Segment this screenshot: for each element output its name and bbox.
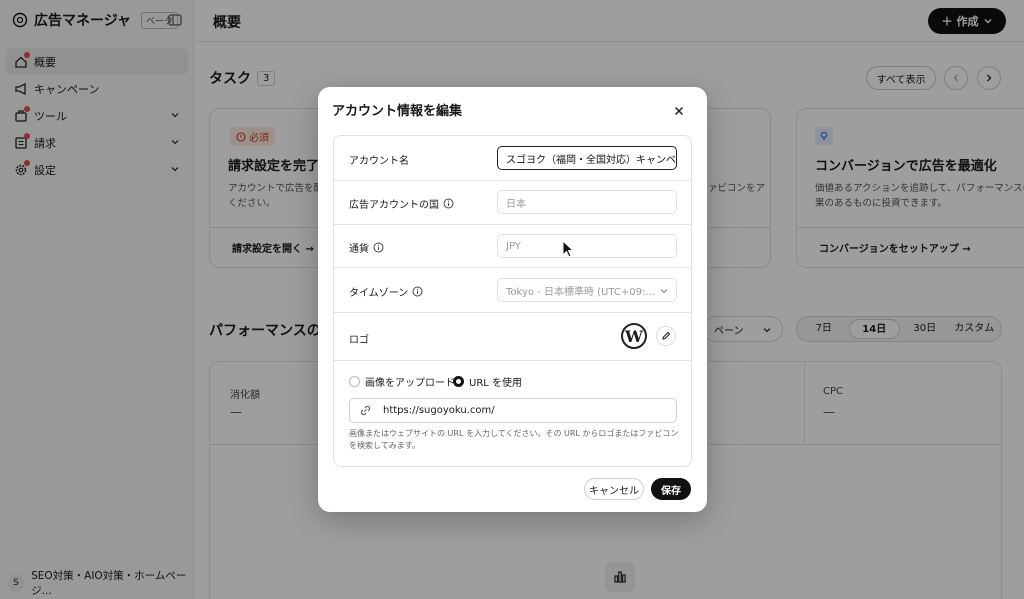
timezone-select: Tokyo - 日本標準時 (UTC+09:... (497, 278, 677, 302)
row-timezone: タイムゾーン Tokyo - 日本標準時 (UTC+09:... (334, 268, 691, 313)
info-icon[interactable] (443, 198, 454, 209)
edit-account-dialog: アカウント情報を編集 アカウント名 スゴヨク（福岡・全国対応）キャンペーン 広告… (318, 87, 707, 512)
radio-use-url[interactable]: URL を使用 (453, 374, 522, 389)
country-field: 日本 (497, 190, 677, 214)
pencil-icon (662, 331, 671, 340)
currency-field: JPY (497, 234, 677, 258)
radio-circle-selected (453, 376, 464, 387)
save-button[interactable]: 保存 (651, 478, 691, 500)
info-icon[interactable] (373, 242, 384, 253)
row-logo: ロゴ W (334, 313, 691, 361)
row-country: 広告アカウントの国 日本 (334, 181, 691, 225)
edit-logo-button[interactable] (656, 326, 676, 346)
chevron-down-icon (660, 289, 668, 294)
account-form: アカウント名 スゴヨク（福岡・全国対応）キャンペーン 広告アカウントの国 日本 … (333, 135, 692, 467)
dialog-title: アカウント情報を編集 (332, 104, 463, 119)
info-icon[interactable] (412, 286, 423, 297)
country-label: 広告アカウントの国 (349, 196, 454, 211)
logo-label: ロゴ (349, 335, 369, 346)
link-icon (360, 405, 371, 416)
radio-upload-image[interactable]: 画像をアップロード (349, 374, 455, 389)
row-currency: 通貨 JPY (334, 225, 691, 268)
currency-label: 通貨 (349, 240, 384, 255)
account-name-input[interactable]: スゴヨク（福岡・全国対応）キャンペーン (497, 146, 677, 170)
logo-url-input[interactable]: https://sugoyoku.com/ (349, 398, 677, 423)
mouse-cursor-icon (562, 240, 575, 258)
account-name-label: アカウント名 (349, 156, 409, 167)
url-help-text: 画像またはウェブサイトの URL を入力してください。その URL からロゴまた… (349, 429, 679, 450)
row-account-name: アカウント名 スゴヨク（福岡・全国対応）キャンペーン (334, 136, 691, 181)
close-icon[interactable] (673, 105, 685, 117)
wordpress-logo: W (621, 323, 647, 349)
cancel-button[interactable]: キャンセル (584, 478, 644, 500)
timezone-label: タイムゾーン (349, 284, 423, 299)
radio-circle (349, 376, 360, 387)
